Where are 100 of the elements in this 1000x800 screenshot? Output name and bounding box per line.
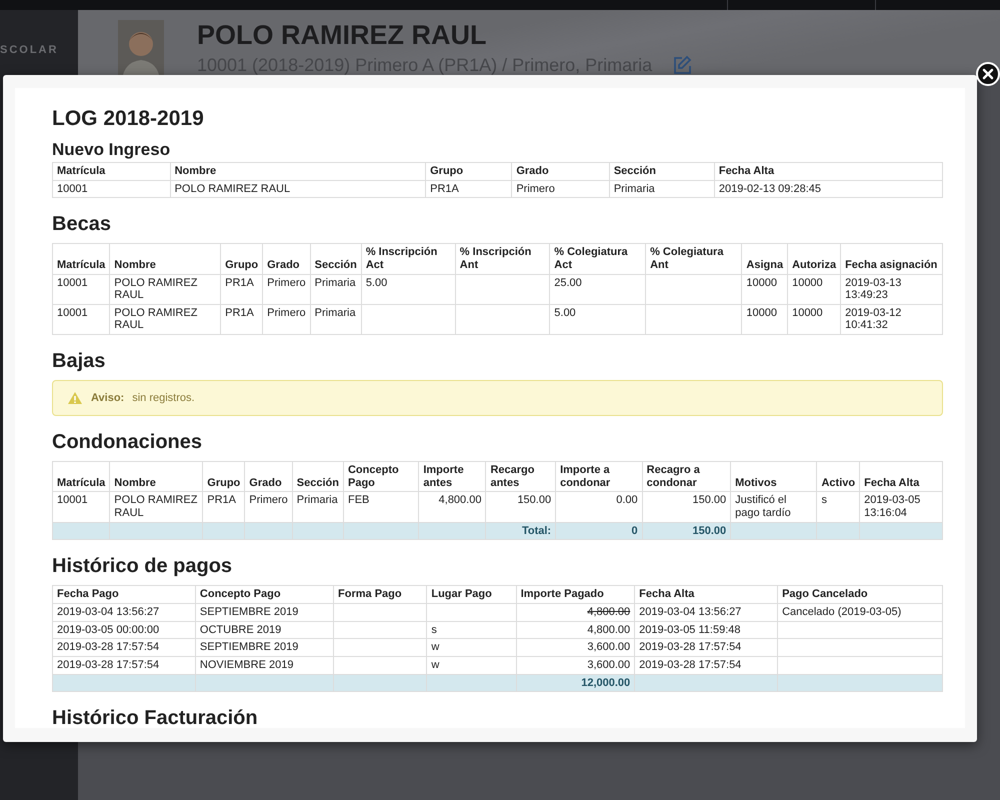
column-header: Matrícula [52, 462, 110, 492]
table-cell: 10000 [742, 304, 788, 335]
table-cell: POLO RAMIREZ RAUL [110, 492, 203, 522]
table-cell: Primero [262, 304, 310, 335]
column-header: Matrícula [52, 162, 170, 180]
table-cell: 3,600.00 [516, 638, 635, 656]
table-cell: w [426, 656, 516, 674]
column-header: % Colegiatura Ant [646, 244, 742, 274]
table-cell: 10001 [52, 304, 110, 335]
table-cell: OCTUBRE 2019 [195, 621, 334, 639]
modal-title: LOG 2018-2019 [52, 106, 205, 132]
table-cell: FEB [343, 492, 419, 522]
column-header: Asigna [742, 244, 788, 274]
table-cell: w [426, 638, 516, 656]
table-cell: 2019-03-28 17:57:54 [634, 656, 778, 674]
table-cell: 150.00 [642, 492, 731, 522]
table-cell: Justificó el pago tardío [730, 492, 817, 522]
table-cell: POLO RAMIREZ RAUL [170, 180, 426, 198]
table-cell: 5.00 [550, 304, 646, 335]
table-cell: 4,800.00 [516, 621, 635, 639]
table-cell: 0.00 [556, 492, 642, 522]
total-cell: 150.00 [642, 522, 731, 540]
column-header: Autoriza [788, 244, 841, 274]
table-cell: 2019-03-28 17:57:54 [52, 656, 196, 674]
table-cell: 5.00 [361, 274, 456, 304]
column-header: Matrícula [52, 244, 110, 274]
student-name: POLO RAMIREZ RAUL [197, 20, 486, 51]
table-cell: Primaria [310, 274, 362, 304]
column-header: Recagro a condonar [642, 462, 731, 492]
column-header: Sección [609, 162, 714, 180]
column-header: Activo [816, 462, 860, 492]
column-header: Grupo [202, 462, 245, 492]
column-header: Concepto Pago [195, 586, 334, 604]
total-cell: Total: [486, 522, 556, 540]
table-cell: Primero [244, 492, 292, 522]
column-header: % Inscripción Ant [455, 244, 550, 274]
table-cell: SEPTIEMBRE 2019 [195, 603, 334, 622]
column-header: Grupo [426, 162, 512, 180]
table-cell: 10000 [788, 304, 841, 335]
table-cell: 4,800.00 [516, 603, 635, 622]
column-header: % Colegiatura Act [550, 244, 646, 274]
alert-label: Aviso: [91, 392, 124, 404]
column-header: Importe Pagado [516, 586, 635, 604]
table-cell: PR1A [220, 274, 263, 304]
table-cell: 10001 [52, 180, 170, 198]
total-cell: 0 [556, 522, 642, 540]
section-heading: Histórico de pagos [52, 554, 234, 578]
section-heading: Bajas [52, 349, 106, 374]
column-header: Fecha Pago [52, 586, 196, 604]
table-cell: s [816, 492, 860, 522]
alert-message: sin registros. [132, 392, 195, 404]
table-cell: 2019-03-05 11:59:48 [634, 621, 778, 639]
column-header: Concepto Pago [343, 462, 419, 492]
table-cell: PR1A [220, 304, 263, 335]
table-cell: NOVIEMBRE 2019 [195, 656, 334, 674]
column-header: Nombre [110, 462, 203, 492]
warning-icon [67, 391, 83, 406]
section-heading: Nuevo Ingreso [52, 140, 172, 160]
table-cell: 2019-03-12 10:41:32 [840, 304, 942, 335]
column-header: Fecha Alta [860, 462, 942, 492]
column-header: Sección [310, 244, 362, 274]
column-header: Forma Pago [334, 586, 427, 604]
column-header: % Inscripción Act [361, 244, 456, 274]
column-header: Nombre [110, 244, 221, 274]
table-cell: PR1A [426, 180, 512, 198]
column-header: Fecha Alta [634, 586, 778, 604]
table-cell: 150.00 [486, 492, 556, 522]
close-icon[interactable] [976, 62, 1000, 86]
table-cell: PR1A [202, 492, 245, 522]
table-cell: 2019-03-13 13:49:23 [840, 274, 942, 304]
table-cell: 2019-03-28 17:57:54 [634, 638, 778, 656]
table-cell: 2019-02-13 09:28:45 [714, 180, 942, 198]
column-header: Grado [262, 244, 310, 274]
table-cell: 10001 [52, 274, 110, 304]
column-header: Nombre [170, 162, 426, 180]
table-cell: Primaria [292, 492, 344, 522]
sidebar-item[interactable]: SCOLAR [0, 44, 58, 56]
table-cell: s [426, 621, 516, 639]
table-cell: Primaria [609, 180, 714, 198]
table-cell: 10000 [742, 274, 788, 304]
table-cell: 10001 [52, 492, 110, 522]
table-cell: 2019-03-04 13:56:27 [52, 603, 196, 622]
section-heading: Condonaciones [52, 430, 204, 454]
table-cell: POLO RAMIREZ RAUL [110, 274, 221, 304]
table-cell: Primero [262, 274, 310, 304]
column-header: Fecha Alta [714, 162, 942, 180]
column-header: Lugar Pago [426, 586, 516, 604]
table-cell: POLO RAMIREZ RAUL [110, 304, 221, 335]
section-heading: Histórico Facturación [52, 706, 259, 728]
table-cell: Cancelado (2019-03-05) [778, 603, 942, 622]
table-cell: 25.00 [550, 274, 646, 304]
table-cell: 2019-03-04 13:56:27 [634, 603, 778, 622]
column-header: Grado [512, 162, 610, 180]
table-cell: 2019-03-28 17:57:54 [52, 638, 196, 656]
column-header: Sección [292, 462, 344, 492]
column-header: Grupo [220, 244, 263, 274]
table-cell: Primero [512, 180, 610, 198]
table-cell: Primaria [310, 304, 362, 335]
column-header: Importe antes [418, 462, 486, 492]
column-header: Grado [244, 462, 292, 492]
